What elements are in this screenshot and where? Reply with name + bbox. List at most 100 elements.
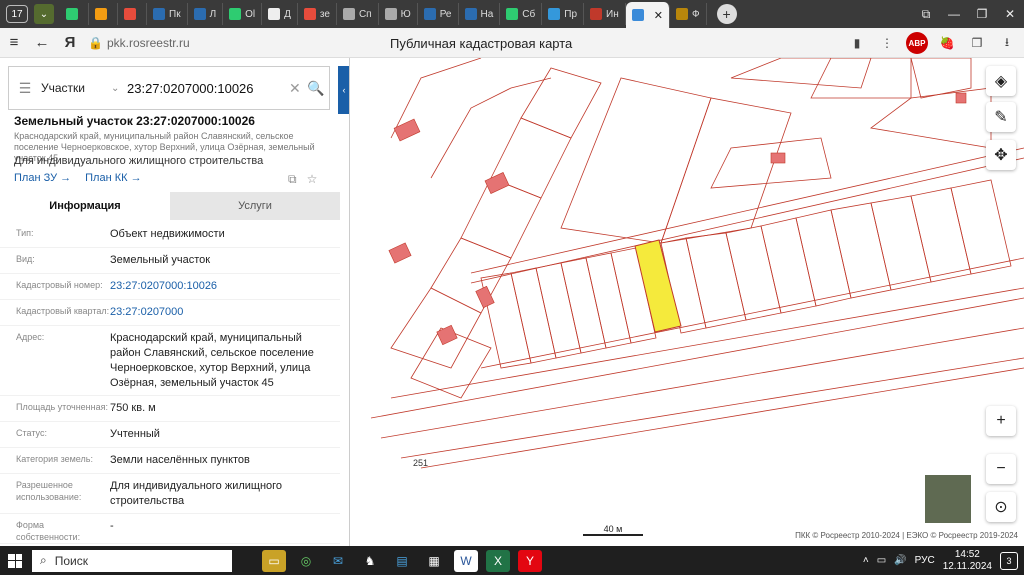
- info-row: Вид: Земельный участок: [0, 248, 340, 274]
- bookmark-icon[interactable]: ▮: [846, 32, 868, 54]
- info-tabs: Информация Услуги: [0, 192, 340, 220]
- address-bar-actions: ▮ ⋮ ABP 🍓 ❒ ⭳: [846, 32, 1018, 54]
- extension-icon[interactable]: 🍓: [936, 32, 958, 54]
- close-icon[interactable]: ✕: [654, 9, 663, 22]
- tab-label: Ре: [439, 8, 452, 20]
- menu-icon[interactable]: ☰: [9, 80, 41, 97]
- star-icon[interactable]: ☆: [307, 172, 318, 187]
- url-field[interactable]: 🔒 pkk.rosreestr.ru: [88, 36, 208, 50]
- favicon-icon: [303, 8, 316, 20]
- info-sidebar: ☰ Участки ⌄ 23:27:0207000:10026 ✕ 🔍 ‹ Зе…: [0, 58, 350, 546]
- browser-tab[interactable]: Ю: [379, 3, 418, 25]
- browser-icon[interactable]: ◎: [294, 550, 318, 572]
- layers-button[interactable]: ◈: [986, 66, 1016, 96]
- notifications-button[interactable]: 3: [1000, 551, 1018, 570]
- browser-tab[interactable]: Сб: [500, 3, 543, 25]
- collapse-sidebar-button[interactable]: ‹: [338, 66, 349, 114]
- tab-active[interactable]: ✕: [625, 2, 670, 28]
- browser-tab[interactable]: Пк: [147, 3, 188, 25]
- basemap-switch[interactable]: [924, 474, 972, 524]
- mail-icon[interactable]: ✉: [326, 550, 350, 572]
- volume-icon[interactable]: 🔊: [894, 555, 906, 566]
- taskbar-apps: ▭ ◎ ✉ ♞ ▤ ▦ W X Y: [262, 549, 542, 572]
- tabs-menu-icon[interactable]: ⧉: [912, 7, 940, 22]
- field-label: Разрешенное использование:: [16, 480, 82, 502]
- search-type-select[interactable]: Участки: [41, 81, 111, 95]
- chevron-up-icon[interactable]: ˄: [863, 555, 869, 566]
- search-icon[interactable]: 🔍: [307, 80, 329, 97]
- field-link[interactable]: 23:27:0207000:10026: [110, 279, 325, 299]
- tab-count-button[interactable]: 17: [6, 5, 28, 23]
- excel-icon[interactable]: X: [486, 549, 510, 572]
- browser-tab[interactable]: Ин: [584, 3, 626, 25]
- tab-label: Л: [209, 8, 217, 20]
- browser-tab[interactable]: зе: [298, 3, 337, 25]
- browser-tab[interactable]: Сп: [337, 3, 379, 25]
- browser-tab[interactable]: [89, 3, 118, 25]
- browser-tab[interactable]: Ol: [223, 3, 263, 25]
- network-icon[interactable]: ▭: [877, 555, 886, 566]
- more-icon[interactable]: ⋮: [876, 32, 898, 54]
- download-icon[interactable]: ⭳: [996, 32, 1018, 54]
- tab-last[interactable]: Ф: [670, 3, 707, 25]
- field-link[interactable]: 23:27:0207000: [110, 305, 325, 325]
- favicon-icon: [95, 8, 107, 20]
- browser-tab[interactable]: Л: [188, 3, 224, 25]
- cadastral-map[interactable]: 251 ◈ ✎ ✥ + − ⊙ 40 м ПКК © Росреестр 201…: [351, 58, 1024, 546]
- minimize-button[interactable]: —: [940, 7, 968, 22]
- menu-icon[interactable]: ≡: [0, 34, 28, 51]
- browser-tab[interactable]: [60, 3, 89, 25]
- clear-icon[interactable]: ✕: [289, 80, 307, 97]
- browser-tab[interactable]: Д: [262, 3, 298, 25]
- network-icon[interactable]: ▤: [390, 550, 414, 572]
- field-value: Краснодарский край, муниципальный район …: [110, 332, 314, 389]
- compass-button[interactable]: ⊙: [986, 492, 1016, 522]
- locate-button[interactable]: ✥: [986, 140, 1016, 170]
- field-label: Кадастровый квартал:: [16, 306, 110, 316]
- tab-services[interactable]: Услуги: [170, 192, 340, 220]
- yandex-browser-icon[interactable]: Y: [518, 549, 542, 572]
- system-tray: ˄ ▭ 🔊 РУС 14:52 12.11.2024 3: [863, 549, 1024, 573]
- field-label: Статус:: [16, 428, 47, 438]
- chevron-down-icon[interactable]: ⌄: [111, 83, 127, 94]
- chevron-down-icon[interactable]: ⌄: [34, 4, 54, 24]
- yandex-logo-icon[interactable]: Я: [56, 34, 84, 51]
- plan-kk-link[interactable]: План КК →: [85, 172, 141, 184]
- close-window-button[interactable]: ✕: [996, 7, 1024, 22]
- start-button[interactable]: [0, 546, 30, 575]
- clock[interactable]: 14:52 12.11.2024: [943, 549, 992, 573]
- road-number-label: 251: [413, 458, 428, 468]
- measure-button[interactable]: ✎: [986, 102, 1016, 132]
- info-row: Площадь уточненная: 750 кв. м: [0, 396, 340, 422]
- collections-icon[interactable]: ❒: [966, 32, 988, 54]
- browser-tab[interactable]: Ре: [418, 3, 459, 25]
- zoom-to-object-icon[interactable]: ⧉: [288, 172, 297, 187]
- photo-icon[interactable]: ▦: [422, 550, 446, 572]
- new-tab-button[interactable]: +: [716, 4, 737, 24]
- info-row: Статус: Учтенный: [0, 422, 340, 448]
- plan-zu-link[interactable]: План ЗУ →: [14, 172, 71, 184]
- adblock-icon[interactable]: ABP: [906, 32, 928, 54]
- map-canvas[interactable]: 251: [351, 58, 1024, 546]
- zoom-in-button[interactable]: +: [986, 406, 1016, 436]
- back-button[interactable]: ←: [28, 34, 56, 51]
- clock-date: 12.11.2024: [942, 560, 992, 572]
- field-label: Форма собственности:: [16, 520, 81, 542]
- clock-time: 14:52: [954, 548, 980, 560]
- taskbar-search[interactable]: ⌕ Поиск: [32, 549, 232, 572]
- search-input[interactable]: 23:27:0207000:10026: [127, 81, 289, 96]
- tab-information[interactable]: Информация: [0, 192, 170, 220]
- restore-button[interactable]: ❐: [968, 7, 996, 22]
- browser-tab[interactable]: На: [459, 3, 501, 25]
- language-indicator[interactable]: РУС: [915, 555, 935, 566]
- browser-tab[interactable]: [118, 3, 147, 25]
- word-icon[interactable]: W: [454, 549, 478, 572]
- file-explorer-icon[interactable]: ▭: [262, 549, 286, 572]
- favicon-icon: [423, 8, 436, 20]
- browser-tab[interactable]: Пр: [542, 3, 584, 25]
- field-value: Для индивидуального жилищного строительс…: [110, 480, 283, 507]
- search-icon: ⌕: [40, 553, 47, 567]
- app-icon[interactable]: ♞: [358, 550, 382, 572]
- zoom-out-button[interactable]: −: [986, 454, 1016, 484]
- favicon-icon: [384, 8, 397, 20]
